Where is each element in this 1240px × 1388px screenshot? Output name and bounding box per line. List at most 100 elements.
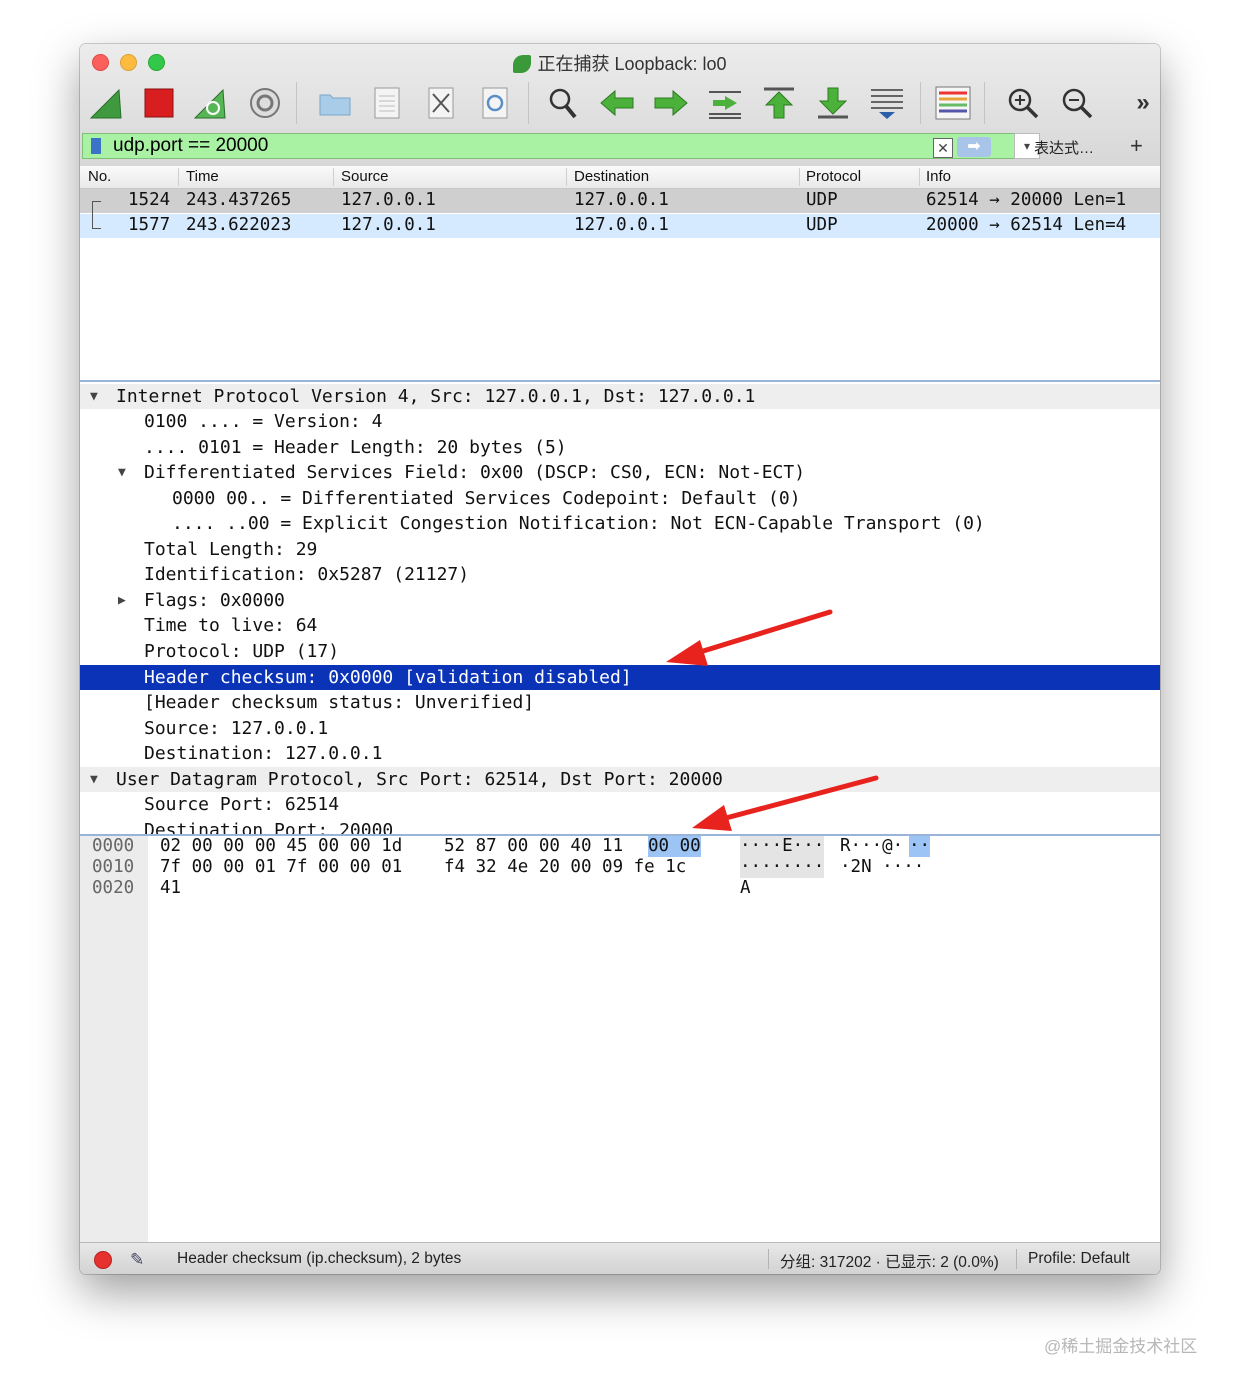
- restart-capture-icon: [193, 88, 226, 119]
- shark-fin-start-icon: [89, 88, 122, 119]
- stop-capture-button[interactable]: [140, 84, 178, 122]
- filter-expression-button[interactable]: 表达式…: [1034, 137, 1094, 158]
- packet-time: 243.437265: [186, 190, 292, 210]
- detail-tree-item[interactable]: Destination: 127.0.0.1: [80, 741, 1160, 766]
- column-header-time[interactable]: Time: [186, 168, 219, 185]
- expand-triangle-icon[interactable]: ▼: [90, 767, 98, 792]
- hex-bytes-highlighted: 00 00: [648, 836, 701, 857]
- open-folder-icon: [319, 94, 351, 116]
- status-separator: [1016, 1249, 1017, 1269]
- packet-no: 1524: [128, 190, 171, 210]
- first-packet-button[interactable]: [760, 84, 798, 122]
- detail-tree-item-selected[interactable]: Header checksum: 0x0000 [validation disa…: [80, 665, 1160, 690]
- capture-options-gear-icon: [250, 88, 280, 118]
- window-title: 正在捕获 Loopback: lo0: [80, 50, 1160, 76]
- zoom-out-button[interactable]: [1058, 84, 1096, 122]
- column-header-protocol[interactable]: Protocol: [806, 168, 861, 185]
- close-file-icon: [428, 87, 454, 119]
- go-forward-button[interactable]: [652, 84, 690, 122]
- add-filter-button[interactable]: +: [1130, 133, 1143, 159]
- hex-row[interactable]: 0000 02 00 00 00 45 00 00 1d 52 87 00 00…: [80, 836, 1160, 857]
- apply-filter-arrow-icon[interactable]: ➡: [957, 137, 991, 157]
- packet-list-header: No. Time Source Destination Protocol Inf…: [80, 166, 1160, 189]
- restart-capture-button[interactable]: [192, 84, 230, 122]
- detail-tree-item[interactable]: Source Port: 62514: [80, 792, 1160, 817]
- collapse-triangle-icon[interactable]: ▶: [118, 588, 126, 613]
- hex-row[interactable]: 0020 41 A: [80, 878, 1160, 899]
- status-profile[interactable]: Profile: Default: [1028, 1250, 1130, 1268]
- autoscroll-icon: [871, 89, 903, 119]
- close-file-button[interactable]: [422, 84, 460, 122]
- detail-tree-item[interactable]: .... ..00 = Explicit Congestion Notifica…: [80, 511, 1160, 536]
- detail-tree-item[interactable]: ▼ Internet Protocol Version 4, Src: 127.0…: [80, 384, 1160, 409]
- go-to-packet-icon: [709, 91, 741, 119]
- toolbar-separator: [296, 82, 297, 124]
- ascii-text: A: [740, 878, 751, 898]
- hex-row[interactable]: 0010 7f 00 00 01 7f 00 00 01 f4 32 4e 20…: [80, 857, 1160, 878]
- detail-tree-item[interactable]: Destination Port: 20000: [80, 818, 1160, 834]
- packet-source: 127.0.0.1: [341, 215, 436, 235]
- column-header-no[interactable]: No.: [88, 168, 111, 185]
- column-divider[interactable]: [178, 168, 179, 186]
- filter-bookmark-icon[interactable]: [91, 138, 101, 154]
- status-field-info: Header checksum (ip.checksum), 2 bytes: [177, 1250, 462, 1267]
- expand-triangle-icon[interactable]: ▼: [90, 384, 98, 409]
- hex-offset: 0010: [92, 857, 135, 877]
- packet-bytes-pane: 0000 02 00 00 00 45 00 00 1d 52 87 00 00…: [80, 836, 1160, 1242]
- go-back-button[interactable]: [598, 84, 636, 122]
- go-to-packet-button[interactable]: [706, 84, 744, 122]
- find-packet-icon: [549, 88, 577, 119]
- packet-info: 62514 → 20000 Len=1: [926, 190, 1127, 210]
- display-filter-input[interactable]: udp.port == 20000 ✕ ➡: [82, 133, 1016, 159]
- detail-tree-item[interactable]: Identification: 0x5287 (21127): [80, 562, 1160, 587]
- packet-details-pane: ▼ Internet Protocol Version 4, Src: 127.0…: [80, 382, 1160, 836]
- toolbar-separator: [528, 82, 529, 124]
- open-file-button[interactable]: [316, 84, 354, 122]
- go-forward-icon: [654, 89, 688, 117]
- column-divider[interactable]: [799, 168, 800, 186]
- detail-tree-item[interactable]: Total Length: 29: [80, 537, 1160, 562]
- detail-tree-item[interactable]: Protocol: UDP (17): [80, 639, 1160, 664]
- detail-tree-item[interactable]: 0000 00.. = Differentiated Services Code…: [80, 486, 1160, 511]
- column-divider[interactable]: [333, 168, 334, 186]
- go-back-icon: [600, 89, 634, 117]
- zoom-in-button[interactable]: [1004, 84, 1042, 122]
- packet-row[interactable]: 1524 243.437265 127.0.0.1 127.0.0.1 UDP …: [80, 189, 1160, 213]
- zoom-in-icon: [1008, 88, 1039, 119]
- last-packet-button[interactable]: [814, 84, 852, 122]
- detail-tree-item[interactable]: ▶ Flags: 0x0000: [80, 588, 1160, 613]
- hex-bytes: 02 00 00 00 45 00 00 1d: [160, 836, 403, 856]
- detail-tree-item[interactable]: [Header checksum status: Unverified]: [80, 690, 1160, 715]
- more-chevron-icon[interactable]: »: [1124, 84, 1160, 122]
- detail-tree-item[interactable]: Time to live: 64: [80, 613, 1160, 638]
- detail-tree-item[interactable]: .... 0101 = Header Length: 20 bytes (5): [80, 435, 1160, 460]
- watermark: @稀土掘金技术社区: [1044, 1337, 1198, 1356]
- reload-button[interactable]: [476, 84, 514, 122]
- conversation-bracket-icon: [92, 201, 101, 229]
- packet-list-pane: No. Time Source Destination Protocol Inf…: [80, 166, 1160, 382]
- start-capture-button[interactable]: [88, 84, 126, 122]
- autoscroll-button[interactable]: [868, 84, 906, 122]
- colorize-button[interactable]: [934, 84, 972, 122]
- detail-tree-item[interactable]: Source: 127.0.0.1: [80, 716, 1160, 741]
- packet-time: 243.622023: [186, 215, 292, 235]
- column-divider[interactable]: [919, 168, 920, 186]
- save-file-icon: [374, 87, 400, 119]
- column-header-destination[interactable]: Destination: [574, 168, 649, 185]
- status-bar: ✎ Header checksum (ip.checksum), 2 bytes…: [80, 1242, 1160, 1274]
- expert-info-red-dot-icon[interactable]: [94, 1251, 112, 1269]
- column-header-source[interactable]: Source: [341, 168, 389, 185]
- detail-tree-item[interactable]: 0100 .... = Version: 4: [80, 409, 1160, 434]
- capture-options-button[interactable]: [246, 84, 284, 122]
- packet-row[interactable]: 1577 243.622023 127.0.0.1 127.0.0.1 UDP …: [80, 214, 1160, 238]
- detail-tree-item[interactable]: ▼ User Datagram Protocol, Src Port: 62514…: [80, 767, 1160, 792]
- find-packet-button[interactable]: [544, 84, 582, 122]
- column-divider[interactable]: [566, 168, 567, 186]
- detail-tree-item[interactable]: ▼ Differentiated Services Field: 0x00 (DS…: [80, 460, 1160, 485]
- packet-source: 127.0.0.1: [341, 190, 436, 210]
- save-file-button[interactable]: [368, 84, 406, 122]
- column-header-info[interactable]: Info: [926, 168, 951, 185]
- capture-comment-edit-icon[interactable]: ✎: [130, 1250, 144, 1270]
- expand-triangle-icon[interactable]: ▼: [118, 460, 126, 485]
- clear-filter-icon[interactable]: ✕: [933, 138, 953, 158]
